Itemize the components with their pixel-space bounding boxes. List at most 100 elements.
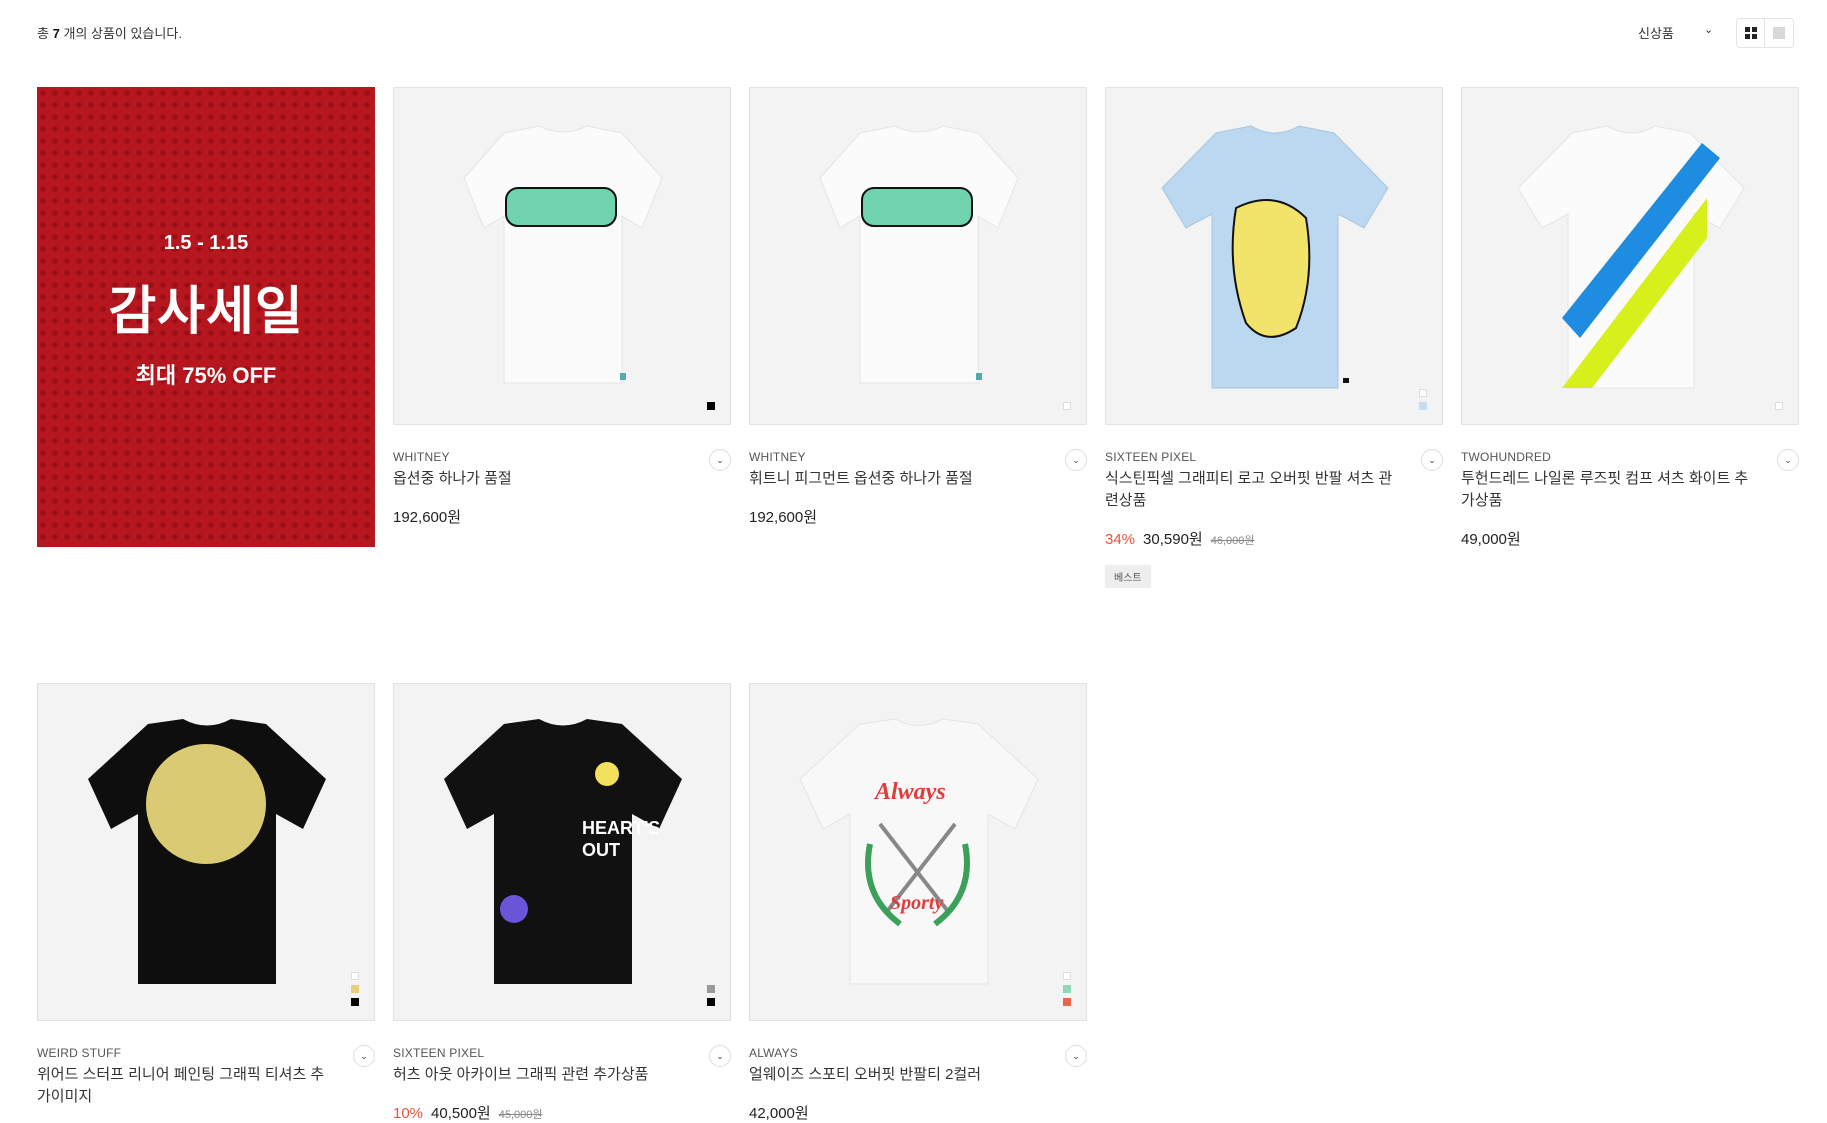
product-brand: WEIRD STUFF <box>37 1046 122 1060</box>
svg-text:HEART'S: HEART'S <box>582 818 660 838</box>
price-row: 192,600원 <box>749 506 1087 527</box>
product-price: 40,500원 <box>431 1105 491 1122</box>
color-swatch[interactable] <box>351 985 359 993</box>
original-price: 45,000원 <box>498 1109 543 1121</box>
product-name[interactable]: 위어드 스터프 리니어 페인팅 그래픽 티셔츠 추가이미지 <box>37 1064 337 1108</box>
more-options-button[interactable]: ⌄ <box>709 449 731 471</box>
color-swatches <box>707 985 715 1006</box>
svg-text:OUT: OUT <box>582 840 620 860</box>
product-brand: WHITNEY <box>749 450 806 464</box>
sort-select[interactable]: 신상품 ⌄ <box>1638 23 1718 42</box>
chevron-down-icon: ⌄ <box>1072 454 1080 465</box>
product-name[interactable]: 옵션중 하나가 품절 <box>393 468 693 490</box>
chevron-down-icon: ⌄ <box>1428 454 1436 465</box>
color-swatches <box>1775 402 1783 410</box>
toolbar: 총 7 개의 상품이 있습니다. 신상품 ⌄ <box>37 18 1794 48</box>
product-image[interactable] <box>37 683 375 1021</box>
chevron-down-icon: ⌄ <box>716 1050 724 1061</box>
chevron-down-icon: ⌄ <box>360 1050 368 1061</box>
color-swatch[interactable] <box>1063 998 1071 1006</box>
color-swatch[interactable] <box>351 972 359 980</box>
color-swatch[interactable] <box>1063 972 1071 980</box>
color-swatch[interactable] <box>707 998 715 1006</box>
product-brand: SIXTEEN PIXEL <box>1105 450 1197 464</box>
price-row: 10% 40,500원 45,000원 <box>393 1102 731 1123</box>
product-card[interactable]: WHITNEY 옵션중 하나가 품절 192,600원 ⌄ <box>393 87 731 527</box>
color-swatches <box>707 402 715 410</box>
color-swatch[interactable] <box>1063 402 1071 410</box>
list-view-button[interactable] <box>1765 19 1793 47</box>
more-options-button[interactable]: ⌄ <box>353 1045 375 1067</box>
product-card[interactable]: WHITNEY 휘트니 피그먼트 옵션중 하나가 품절 192,600원 ⌄ <box>749 87 1087 527</box>
product-card[interactable]: HEART'S OUT SIXTEEN PIXEL 허츠 아웃 아카이브 그래픽… <box>393 683 731 1123</box>
sort-label: 신상품 <box>1638 26 1674 41</box>
view-toggle <box>1736 18 1794 48</box>
color-swatches <box>1419 389 1427 410</box>
discount-rate: 34% <box>1105 531 1136 548</box>
product-card[interactable]: Always Sporty ALWAYS 얼웨이즈 스포티 오버핏 반팔티 2컬… <box>749 683 1087 1123</box>
svg-text:Always: Always <box>873 779 946 805</box>
price-row: 49,000원 <box>1461 528 1799 549</box>
price-row: 42,000원 <box>749 1102 1087 1123</box>
product-image[interactable]: Always Sporty <box>749 683 1087 1021</box>
product-brand: WHITNEY <box>393 450 450 464</box>
product-brand: ALWAYS <box>749 1046 798 1060</box>
svg-text:Sporty: Sporty <box>890 892 943 914</box>
product-image[interactable]: HEART'S OUT <box>393 683 731 1021</box>
banner-subtitle: 최대 75% OFF <box>135 363 277 388</box>
color-swatches <box>1063 972 1071 1006</box>
color-swatches <box>351 972 359 1006</box>
product-name[interactable]: 투헌드레드 나일론 루즈핏 컴프 셔츠 화이트 추가상품 <box>1461 468 1761 512</box>
count-suffix: 개의 상품이 있습니다. <box>63 26 182 41</box>
count-prefix: 총 <box>37 26 49 41</box>
original-price: 46,000원 <box>1210 535 1255 547</box>
color-swatch[interactable] <box>1775 402 1783 410</box>
chevron-down-icon: ⌄ <box>1784 454 1792 465</box>
product-image[interactable] <box>1461 87 1799 425</box>
list-icon <box>1773 27 1785 39</box>
color-swatches <box>1063 402 1071 410</box>
product-name[interactable]: 식스틴픽셀 그래피티 로고 오버핏 반팔 셔츠 관련상품 <box>1105 468 1405 512</box>
more-options-button[interactable]: ⌄ <box>709 1045 731 1067</box>
product-card[interactable]: WEIRD STUFF 위어드 스터프 리니어 페인팅 그래픽 티셔츠 추가이미… <box>37 683 375 1108</box>
more-options-button[interactable]: ⌄ <box>1777 449 1799 471</box>
product-price: 42,000원 <box>749 1105 809 1122</box>
product-image[interactable] <box>1105 87 1443 425</box>
product-brand: TWOHUNDRED <box>1461 450 1551 464</box>
grid-view-button[interactable] <box>1737 19 1766 47</box>
more-options-button[interactable]: ⌄ <box>1065 1045 1087 1067</box>
product-image[interactable] <box>749 87 1087 425</box>
product-name[interactable]: 허츠 아웃 아카이브 그래픽 관련 추가상품 <box>393 1064 693 1086</box>
product-card[interactable]: TWOHUNDRED 투헌드레드 나일론 루즈핏 컴프 셔츠 화이트 추가상품 … <box>1461 87 1799 549</box>
sale-banner[interactable]: 1.5 - 1.15 감사세일 최대 75% OFF <box>37 87 375 547</box>
best-badge: 베스트 <box>1105 565 1151 588</box>
banner-date: 1.5 - 1.15 <box>163 232 249 254</box>
chevron-down-icon: ⌄ <box>1072 1050 1080 1061</box>
count-value: 7 <box>52 26 60 41</box>
product-count: 총 7 개의 상품이 있습니다. <box>37 23 182 42</box>
color-swatch[interactable] <box>1063 985 1071 993</box>
more-options-button[interactable]: ⌄ <box>1065 449 1087 471</box>
product-name[interactable]: 얼웨이즈 스포티 오버핏 반팔티 2컬러 <box>749 1064 1049 1086</box>
color-swatch[interactable] <box>707 402 715 410</box>
color-swatch[interactable] <box>351 998 359 1006</box>
color-swatch[interactable] <box>1419 389 1427 397</box>
discount-rate: 10% <box>393 1105 424 1122</box>
product-name[interactable]: 휘트니 피그먼트 옵션중 하나가 품절 <box>749 468 1049 490</box>
product-price: 192,600원 <box>749 509 818 526</box>
color-swatch[interactable] <box>1419 402 1427 410</box>
price-row: 192,600원 <box>393 506 731 527</box>
product-card[interactable]: SIXTEEN PIXEL 식스틴픽셀 그래피티 로고 오버핏 반팔 셔츠 관련… <box>1105 87 1443 588</box>
product-price: 192,600원 <box>393 509 462 526</box>
chevron-down-icon: ⌄ <box>1704 24 1714 36</box>
banner-title: 감사세일 <box>108 283 304 341</box>
grid-icon <box>1744 27 1757 39</box>
color-swatch[interactable] <box>707 985 715 993</box>
product-brand: SIXTEEN PIXEL <box>393 1046 485 1060</box>
product-price: 30,590원 <box>1143 531 1203 548</box>
price-row: 34% 30,590원 46,000원 <box>1105 528 1443 549</box>
product-price: 49,000원 <box>1461 531 1521 548</box>
chevron-down-icon: ⌄ <box>716 454 724 465</box>
product-image[interactable] <box>393 87 731 425</box>
more-options-button[interactable]: ⌄ <box>1421 449 1443 471</box>
